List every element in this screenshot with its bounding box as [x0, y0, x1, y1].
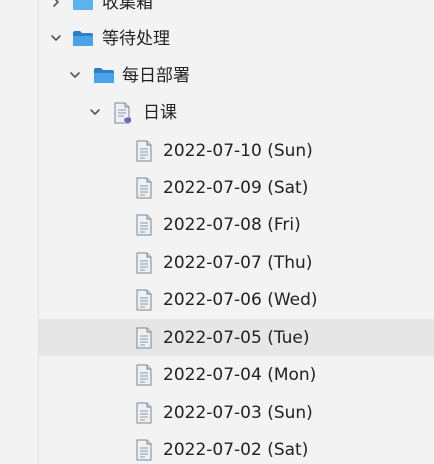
- note-icon: [136, 439, 152, 461]
- note-icon: [136, 177, 152, 199]
- folder-icon: [73, 0, 93, 10]
- tree-item-daily[interactable]: 每日部署: [0, 57, 434, 94]
- tree-item-label: 2022-07-04 (Mon): [163, 365, 317, 385]
- tree-item-label: 2022-07-07 (Thu): [163, 253, 313, 273]
- tree-item-favorites[interactable]: 收集箱: [0, 0, 434, 21]
- note-icon: [136, 402, 152, 424]
- tree-item-note[interactable]: 2022-07-07 (Thu): [0, 244, 434, 281]
- tree-item-label: 2022-07-05 (Tue): [163, 328, 310, 348]
- tree-item-label: 日课: [143, 103, 177, 123]
- tree-item-note-selected[interactable]: 2022-07-05 (Tue): [39, 319, 434, 356]
- tree-item-note[interactable]: 2022-07-10 (Sun): [0, 132, 434, 169]
- tree-item-note[interactable]: 2022-07-09 (Sat): [0, 169, 434, 206]
- note-icon: [136, 327, 152, 349]
- tree-item-label: 2022-07-08 (Fri): [163, 215, 301, 235]
- note-tree-panel: 收集箱 等待处理 每日部署 日课 2022-07-10 (Sun) 2022-0…: [0, 0, 434, 464]
- tree-item-label: 等待处理: [102, 29, 170, 49]
- chevron-down-icon[interactable]: [69, 69, 81, 81]
- note-icon: [136, 252, 152, 274]
- tree-item-note[interactable]: 2022-07-04 (Mon): [0, 356, 434, 393]
- folder-open-icon: [73, 31, 93, 46]
- chevron-down-icon[interactable]: [89, 106, 101, 118]
- chevron-right-icon[interactable]: [50, 0, 62, 8]
- note-icon: [136, 214, 152, 236]
- note-icon: [136, 289, 152, 311]
- tree-item-note[interactable]: 2022-07-03 (Sun): [0, 394, 434, 431]
- note-icon: [136, 364, 152, 386]
- tree-item-note[interactable]: 2022-07-06 (Wed): [0, 281, 434, 318]
- chevron-down-icon[interactable]: [50, 32, 62, 44]
- folder-open-icon: [94, 68, 114, 83]
- tree-item-note[interactable]: 2022-07-02 (Sat): [0, 431, 434, 464]
- note-icon: [136, 140, 152, 162]
- tree-item-label: 2022-07-10 (Sun): [163, 141, 313, 161]
- tree-item-label: 2022-07-06 (Wed): [163, 290, 318, 310]
- tree-item-label: 2022-07-09 (Sat): [163, 178, 309, 198]
- tree-item-label: 每日部署: [122, 66, 190, 86]
- tree-item-label: 2022-07-03 (Sun): [163, 403, 313, 423]
- tree-item-lessons[interactable]: 日课: [0, 94, 434, 131]
- tree-item-label: 2022-07-02 (Sat): [163, 440, 309, 460]
- tree-item-note[interactable]: 2022-07-08 (Fri): [0, 206, 434, 243]
- notebook-icon: [114, 102, 131, 124]
- tree-item-label: 收集箱: [102, 0, 153, 13]
- tree-item-pending[interactable]: 等待处理: [0, 20, 434, 57]
